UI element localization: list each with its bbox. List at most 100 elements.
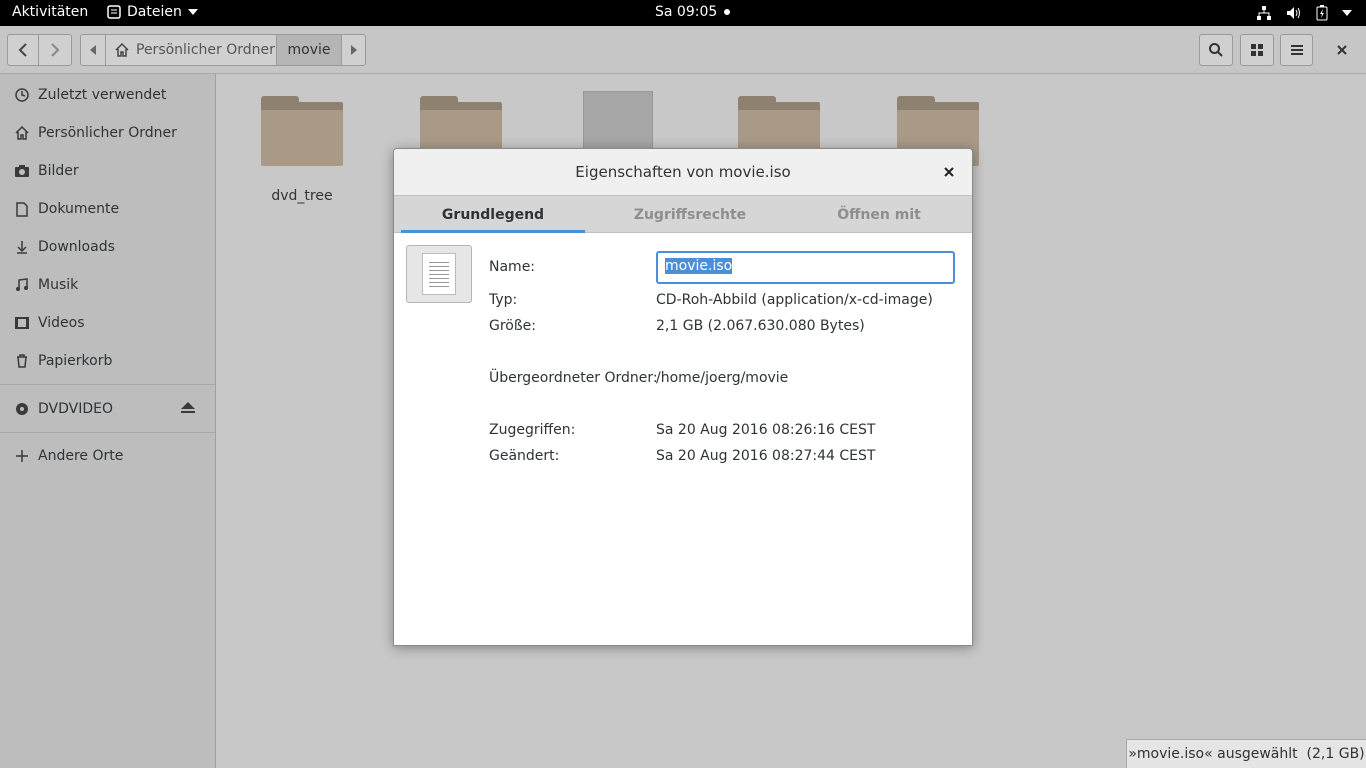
sidebar-item-documents[interactable]: Dokumente (0, 190, 215, 228)
sidebar-item-label: Persönlicher Ordner (38, 125, 177, 141)
eject-icon[interactable] (181, 402, 195, 418)
sidebar-divider (0, 384, 215, 385)
breadcrumb-home[interactable]: Persönlicher Ordner (106, 35, 277, 65)
properties-dialog: Eigenschaften von movie.iso Grundlegend … (393, 148, 973, 646)
selection-status: »movie.iso« ausgewählt (2,1 GB) (1126, 739, 1366, 768)
grid-view-icon (1251, 44, 1263, 56)
download-icon (14, 239, 30, 255)
sidebar-item-downloads[interactable]: Downloads (0, 228, 215, 266)
accessed-value: Sa 20 Aug 2016 08:26:16 CEST (656, 422, 876, 438)
sidebar-item-label: Musik (38, 277, 79, 293)
volume-icon (1287, 7, 1300, 19)
forward-button[interactable] (38, 34, 72, 66)
notification-dot-icon (723, 9, 730, 15)
clock[interactable]: Sa 09:05 (655, 4, 730, 20)
clock-label: Sa 09:05 (655, 4, 718, 20)
chevron-right-icon (51, 43, 60, 57)
home-icon (14, 125, 30, 141)
close-icon (944, 167, 954, 177)
sidebar-item-dvdvideo[interactable]: DVDVIDEO (0, 390, 215, 428)
sidebar-item-label: Zuletzt verwendet (38, 87, 167, 103)
type-value: CD-Roh-Abbild (application/x-cd-image) (656, 292, 933, 308)
tab-label: Zugriffsrechte (633, 206, 747, 223)
clock-icon (14, 87, 30, 103)
sidebar-item-music[interactable]: Musik (0, 266, 215, 304)
sidebar-item-label: Downloads (38, 239, 115, 255)
text-document-icon (422, 253, 456, 295)
music-icon (14, 277, 30, 293)
modified-value: Sa 20 Aug 2016 08:27:44 CEST (656, 448, 876, 464)
menu-button[interactable] (1280, 34, 1313, 66)
close-icon (1337, 45, 1347, 55)
breadcrumb: Persönlicher Ordner movie (80, 34, 366, 66)
sidebar-item-label: DVDVIDEO (38, 401, 113, 417)
breadcrumb-scroll-left-button[interactable] (81, 35, 106, 65)
search-button[interactable] (1199, 34, 1233, 66)
network-icon (1257, 6, 1271, 20)
search-icon (1209, 43, 1223, 57)
tab-label: Grundlegend (441, 206, 545, 223)
header-bar: Persönlicher Ordner movie (0, 26, 1366, 74)
parent-folder-value: /home/joerg/movie (656, 370, 789, 386)
triangle-left-icon (90, 45, 96, 55)
file-item-label: dvd_tree (271, 188, 333, 204)
name-input-value: movie.iso (665, 258, 733, 274)
activities-button[interactable]: Aktivitäten (12, 4, 88, 20)
home-icon (115, 42, 129, 57)
sidebar-item-label: Dokumente (38, 201, 120, 217)
dialog-titlebar: Eigenschaften von movie.iso (394, 149, 972, 195)
sidebar-item-label: Bilder (38, 163, 79, 179)
view-toggle-button[interactable] (1240, 34, 1274, 66)
sidebar-item-other-locations[interactable]: Andere Orte (0, 437, 215, 475)
sidebar-item-home[interactable]: Persönlicher Ordner (0, 114, 215, 152)
parent-folder-label: Übergeordneter Ordner: (489, 370, 658, 386)
sidebar-item-recent[interactable]: Zuletzt verwendet (0, 76, 215, 114)
sidebar: Zuletzt verwendet Persönlicher Ordner Bi… (0, 74, 216, 768)
accessed-label: Zugegriffen: (489, 422, 576, 438)
triangle-right-icon (350, 45, 357, 55)
sidebar-item-pictures[interactable]: Bilder (0, 152, 215, 190)
sidebar-item-videos[interactable]: Videos (0, 304, 215, 342)
files-app-icon (107, 5, 121, 19)
power-menu-icon (1342, 10, 1352, 16)
folder-icon (261, 96, 343, 168)
app-menu-button[interactable]: Dateien (107, 4, 198, 20)
size-value: 2,1 GB (2.067.630.080 Bytes) (656, 318, 865, 334)
window-close-button[interactable] (1324, 34, 1360, 66)
sidebar-item-trash[interactable]: Papierkorb (0, 342, 215, 380)
name-input[interactable]: movie.iso (656, 251, 955, 284)
dialog-tabs: Grundlegend Zugriffsrechte Öffnen mit (394, 195, 972, 233)
chevron-left-icon (18, 43, 27, 57)
camera-icon (14, 163, 30, 179)
sidebar-divider (0, 432, 215, 433)
selection-status-label: »movie.iso« ausgewählt (2,1 GB) (1128, 746, 1365, 762)
film-icon (14, 315, 30, 331)
back-button[interactable] (7, 34, 39, 66)
file-icon-button[interactable] (406, 245, 472, 303)
app-menu-label: Dateien (127, 4, 182, 20)
tab-label: Öffnen mit (837, 206, 921, 223)
trash-icon (14, 353, 30, 369)
dialog-title: Eigenschaften von movie.iso (575, 163, 791, 181)
tab-permissions[interactable]: Zugriffsrechte (594, 196, 786, 233)
sidebar-item-label: Videos (38, 315, 85, 331)
type-label: Typ: (489, 292, 518, 308)
breadcrumb-scroll-right-button[interactable] (342, 35, 365, 65)
system-tray[interactable] (1256, 5, 1352, 21)
chevron-down-icon (187, 9, 198, 15)
dialog-close-button[interactable] (940, 163, 958, 181)
disc-icon (14, 401, 30, 417)
file-item-folder[interactable]: dvd_tree (252, 96, 352, 204)
hamburger-menu-icon (1290, 45, 1303, 55)
tab-open-with[interactable]: Öffnen mit (786, 196, 972, 233)
breadcrumb-home-label: Persönlicher Ordner (136, 42, 275, 58)
name-label: Name: (489, 259, 536, 275)
battery-icon (1316, 5, 1328, 21)
breadcrumb-current[interactable]: movie (277, 35, 342, 65)
document-icon (14, 201, 30, 217)
top-bar: Aktivitäten Dateien Sa 09:05 (0, 0, 1366, 26)
plus-icon (14, 448, 30, 464)
tab-basic[interactable]: Grundlegend (401, 196, 585, 233)
sidebar-item-label: Papierkorb (38, 353, 113, 369)
sidebar-item-label: Andere Orte (38, 448, 124, 464)
